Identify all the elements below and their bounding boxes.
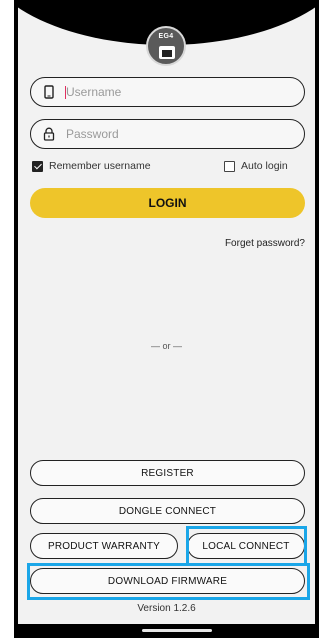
remember-username-label: Remember username: [49, 160, 151, 172]
local-connect-highlight: [186, 526, 307, 566]
product-warranty-button[interactable]: PRODUCT WARRANTY: [30, 533, 178, 559]
app-logo: EG4: [146, 26, 186, 66]
forgot-password-link[interactable]: Forget password?: [225, 238, 305, 249]
logo-device-icon: [159, 46, 175, 59]
app-version: Version 1.2.6: [137, 603, 196, 614]
login-button[interactable]: LOGIN: [30, 188, 305, 218]
password-input[interactable]: [66, 124, 291, 144]
username-input[interactable]: [66, 82, 291, 102]
remember-username-checkbox[interactable]: [32, 160, 43, 172]
auto-login-checkbox[interactable]: [224, 160, 235, 172]
or-divider: — or —: [150, 341, 182, 351]
password-field[interactable]: [30, 119, 305, 149]
username-field[interactable]: [30, 77, 305, 107]
home-indicator: [142, 629, 212, 632]
lock-icon: [43, 127, 55, 141]
dongle-connect-button[interactable]: DONGLE CONNECT: [30, 498, 305, 524]
remember-username-option[interactable]: Remember username: [32, 160, 151, 172]
auto-login-label: Auto login: [241, 160, 288, 172]
auto-login-option[interactable]: Auto login: [224, 160, 288, 172]
phone-icon: [44, 85, 54, 99]
logo-text: EG4: [158, 33, 174, 40]
register-button[interactable]: REGISTER: [30, 460, 305, 486]
download-firmware-highlight: [27, 563, 310, 600]
